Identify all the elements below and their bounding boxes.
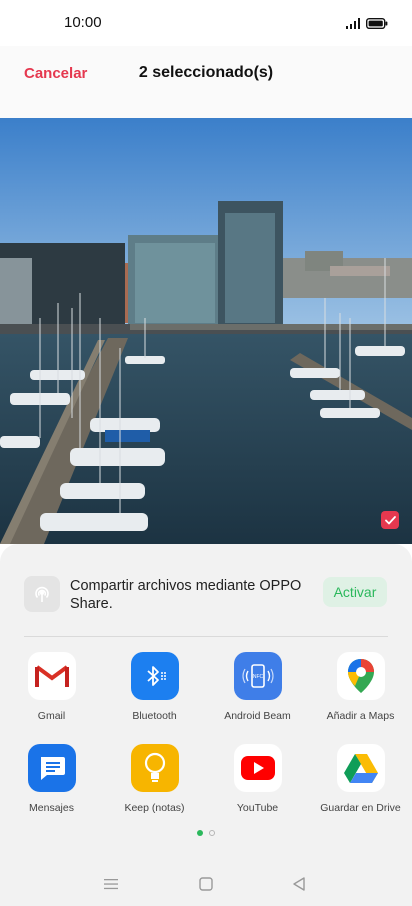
status-bar: 10:00: [0, 0, 412, 46]
messages-icon: [27, 744, 76, 792]
battery-icon: [365, 16, 388, 34]
oppo-share-icon: [24, 576, 60, 612]
gmail-icon: [27, 652, 76, 700]
share-app-android-beam[interactable]: NFC Android Beam: [206, 652, 309, 732]
nfc-icon: NFC: [233, 652, 282, 700]
back-icon[interactable]: [288, 873, 310, 895]
youtube-icon: [233, 744, 282, 792]
signal-icon: [346, 16, 360, 34]
share-sheet: Compartir archivos mediante OPPO Share. …: [0, 544, 412, 906]
status-time: 10:00: [64, 14, 102, 31]
selection-header: Cancelar 2 seleccionado(s): [0, 46, 412, 118]
share-app-maps[interactable]: Añadir a Maps: [309, 652, 412, 732]
share-app-messages[interactable]: Mensajes: [0, 744, 103, 824]
page-dot: [209, 830, 215, 836]
share-app-bluetooth[interactable]: Bluetooth: [103, 652, 206, 732]
svg-text:NFC: NFC: [252, 674, 263, 680]
home-icon[interactable]: [195, 873, 217, 895]
share-app-drive[interactable]: Guardar en Drive: [309, 744, 412, 824]
page-title: 2 seleccionado(s): [138, 64, 274, 81]
keep-icon: [130, 744, 179, 792]
bluetooth-icon: [130, 652, 179, 700]
maps-icon: [336, 652, 385, 700]
share-app-gmail[interactable]: Gmail: [0, 652, 103, 732]
divider: [24, 636, 388, 637]
menu-icon[interactable]: [100, 873, 122, 895]
selected-photo[interactable]: [0, 118, 412, 544]
page-dot-active: [197, 830, 203, 836]
oppo-share-text: Compartir archivos mediante OPPO Share.: [70, 578, 302, 612]
share-app-youtube[interactable]: YouTube: [206, 744, 309, 824]
drive-icon: [336, 744, 385, 792]
page-indicator: [0, 830, 412, 836]
share-app-keep[interactable]: Keep (notas): [103, 744, 206, 824]
checkmark-icon: [384, 515, 396, 524]
selected-checkbox[interactable]: [381, 511, 399, 529]
activate-button[interactable]: Activar: [323, 577, 387, 607]
navigation-bar: [0, 861, 412, 906]
